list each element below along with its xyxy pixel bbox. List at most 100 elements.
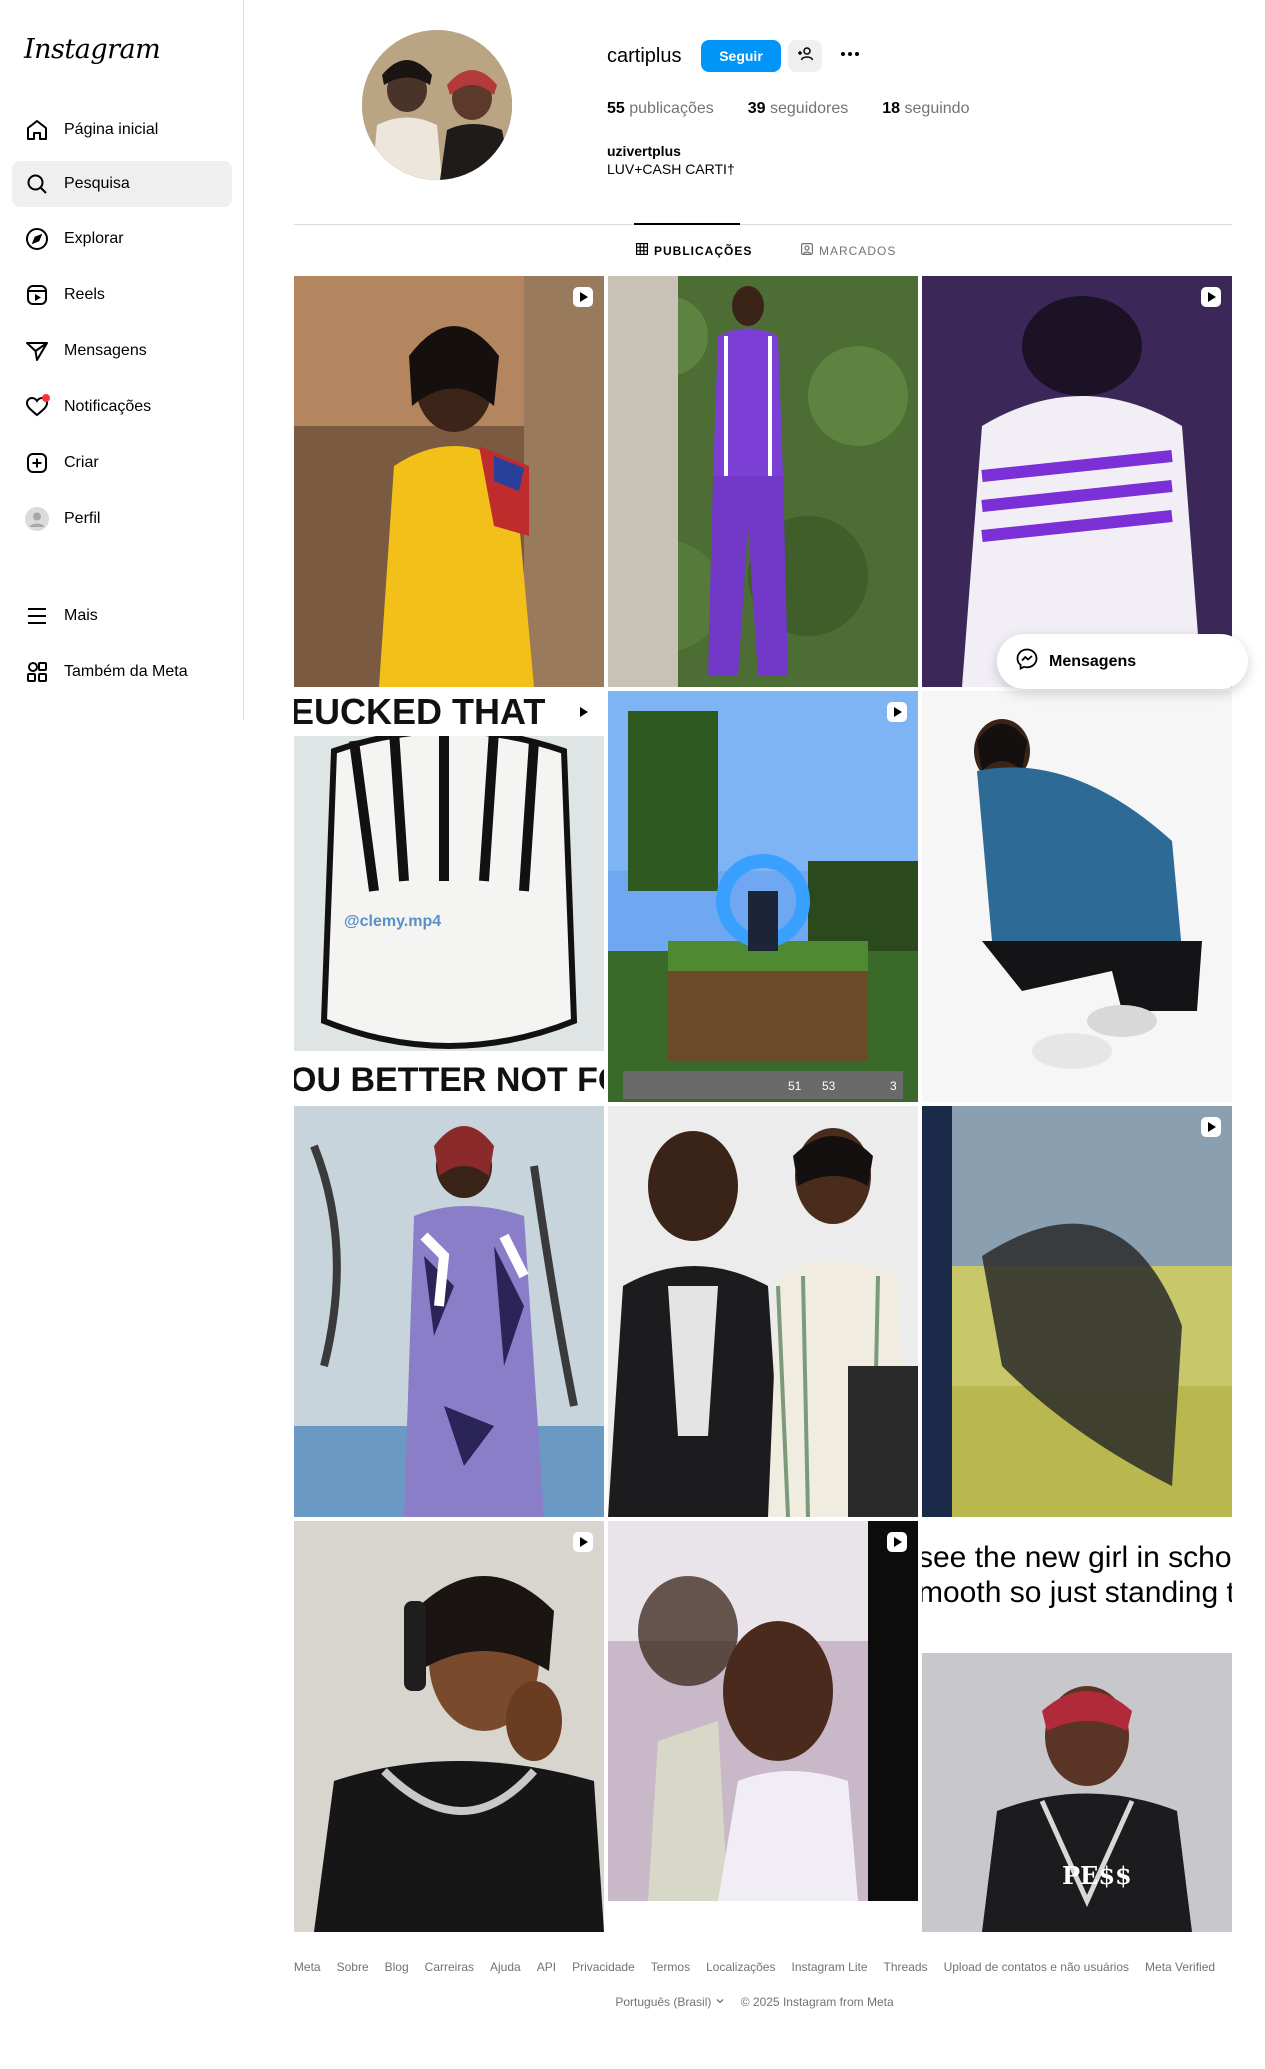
footer-link[interactable]: Meta (294, 1960, 321, 1974)
copyright: © 2025 Instagram from Meta (740, 1995, 894, 2009)
post-caption-bottom: OU BETTER NOT FORG (294, 1061, 604, 1099)
post-tile[interactable] (608, 1521, 918, 1932)
post-tile[interactable] (294, 1106, 604, 1517)
sidebar-item-reels[interactable]: Reels (12, 272, 232, 318)
reel-icon (572, 286, 594, 308)
messenger-icon (1015, 647, 1039, 676)
post-tile[interactable] (922, 1106, 1232, 1517)
sidebar-item-messages[interactable]: Mensagens (12, 328, 232, 374)
sidebar-item-label: Também da Meta (64, 663, 188, 680)
sidebar-item-also-from-meta[interactable]: Também da Meta (12, 649, 232, 695)
footer-link[interactable]: Carreiras (425, 1960, 474, 1974)
footer-bottom: Português (Brasil) © 2025 Instagram from… (0, 1995, 1265, 2009)
sidebar-item-label: Perfil (64, 510, 101, 527)
reel-icon (572, 701, 594, 723)
post-tile[interactable] (608, 276, 918, 687)
notification-dot (42, 394, 50, 402)
sidebar-item-home[interactable]: Página inicial (12, 107, 232, 153)
reel-icon (572, 1531, 594, 1553)
language-selector[interactable]: Português (Brasil) (615, 1995, 724, 2009)
heart-icon (24, 394, 50, 420)
footer-link[interactable]: API (537, 1960, 556, 1974)
meta-apps-icon (24, 659, 50, 685)
instagram-logo[interactable]: Instagram (24, 34, 161, 65)
profile-username: cartiplus (607, 45, 682, 67)
reel-icon (886, 1531, 908, 1553)
post-tile[interactable] (294, 276, 604, 687)
hotbar-count: 51 (788, 1079, 802, 1093)
profile-stats: 55 publicações 39 seguidores 18 seguindo (607, 100, 1003, 118)
menu-icon (24, 603, 50, 629)
reel-icon (886, 701, 908, 723)
post-tile[interactable]: EUCKED THAT @clemy.mp4 OU BETTER NOT FOR… (294, 691, 604, 1102)
tab-posts[interactable]: PUBLICAÇÕES (636, 243, 752, 258)
post-tile[interactable] (608, 1106, 918, 1517)
sidebar-item-label: Pesquisa (64, 175, 130, 192)
reel-icon (1200, 286, 1222, 308)
sidebar: Instagram Página inicial Pesquisa Explor… (0, 0, 244, 720)
avatar-icon (24, 506, 50, 532)
messages-floating-button[interactable]: Mensagens (997, 634, 1248, 689)
footer-links: Meta Sobre Blog Carreiras Ajuda API Priv… (0, 1960, 1265, 1974)
sidebar-item-explore[interactable]: Explorar (12, 216, 232, 262)
footer-link[interactable]: Sobre (337, 1960, 369, 1974)
footer-link[interactable]: Privacidade (572, 1960, 635, 1974)
followers-count[interactable]: 39 seguidores (748, 100, 849, 118)
post-caption-second: mooth so just standing th (922, 1576, 1232, 1609)
hotbar-count: 3 (890, 1079, 897, 1093)
profile-avatar[interactable] (362, 30, 512, 180)
more-options-button[interactable] (836, 42, 864, 70)
search-icon (24, 171, 50, 197)
follow-button[interactable]: Seguir (701, 40, 781, 72)
footer-link[interactable]: Blog (385, 1960, 409, 1974)
post-caption-handle: @clemy.mp4 (344, 913, 442, 930)
sidebar-item-notifications[interactable]: Notificações (12, 384, 232, 430)
tagged-icon (801, 243, 814, 258)
following-count[interactable]: 18 seguindo (882, 100, 969, 118)
post-caption-top: see the new girl in school (922, 1541, 1232, 1574)
profile-bio: LUV+CASH CARTI† (607, 161, 735, 177)
reels-icon (24, 282, 50, 308)
post-tile[interactable]: 51 53 3 (608, 691, 918, 1102)
footer-link[interactable]: Meta Verified (1145, 1960, 1215, 1974)
post-tile[interactable] (922, 276, 1232, 687)
sidebar-item-label: Mensagens (64, 342, 147, 359)
sidebar-item-label: Mais (64, 607, 98, 624)
footer-link[interactable]: Ajuda (490, 1960, 521, 1974)
reel-icon (1200, 1116, 1222, 1138)
sidebar-item-label: Explorar (64, 230, 124, 247)
messages-float-label: Mensagens (1049, 652, 1137, 670)
sidebar-item-more[interactable]: Mais (12, 593, 232, 639)
plus-square-icon (24, 450, 50, 476)
footer-link[interactable]: Localizações (706, 1960, 775, 1974)
shirt-text: PE$$ (1062, 1861, 1132, 1890)
footer-link[interactable]: Instagram Lite (791, 1960, 867, 1974)
footer-link[interactable]: Threads (884, 1960, 928, 1974)
footer-link[interactable]: Upload de contatos e não usuários (944, 1960, 1129, 1974)
sidebar-item-profile[interactable]: Perfil (12, 496, 232, 542)
tab-tagged[interactable]: MARCADOS (801, 243, 896, 258)
compass-icon (24, 226, 50, 252)
posts-count: 55 publicações (607, 100, 714, 117)
tab-label: MARCADOS (819, 243, 897, 258)
post-tile[interactable] (922, 691, 1232, 1102)
tabs-divider (294, 224, 1232, 225)
hotbar-count: 53 (822, 1079, 836, 1093)
chevron-down-icon (715, 1995, 725, 2009)
sidebar-item-create[interactable]: Criar (12, 440, 232, 486)
sidebar-item-search[interactable]: Pesquisa (12, 161, 232, 207)
sidebar-item-label: Página inicial (64, 121, 159, 138)
post-tile[interactable] (294, 1521, 604, 1932)
post-caption-top: EUCKED THAT (294, 691, 546, 732)
sidebar-item-label: Criar (64, 454, 99, 471)
post-tile[interactable]: see the new girl in school mooth so just… (922, 1521, 1232, 1932)
suggested-users-button[interactable] (788, 40, 822, 72)
profile-full-name: uzivertplus (607, 143, 681, 159)
ellipsis-icon (838, 42, 862, 71)
grid-icon (636, 243, 649, 258)
active-tab-indicator (634, 223, 740, 225)
send-icon (24, 338, 50, 364)
add-user-icon (797, 46, 814, 67)
sidebar-item-label: Notificações (64, 398, 152, 415)
footer-link[interactable]: Termos (651, 1960, 690, 1974)
